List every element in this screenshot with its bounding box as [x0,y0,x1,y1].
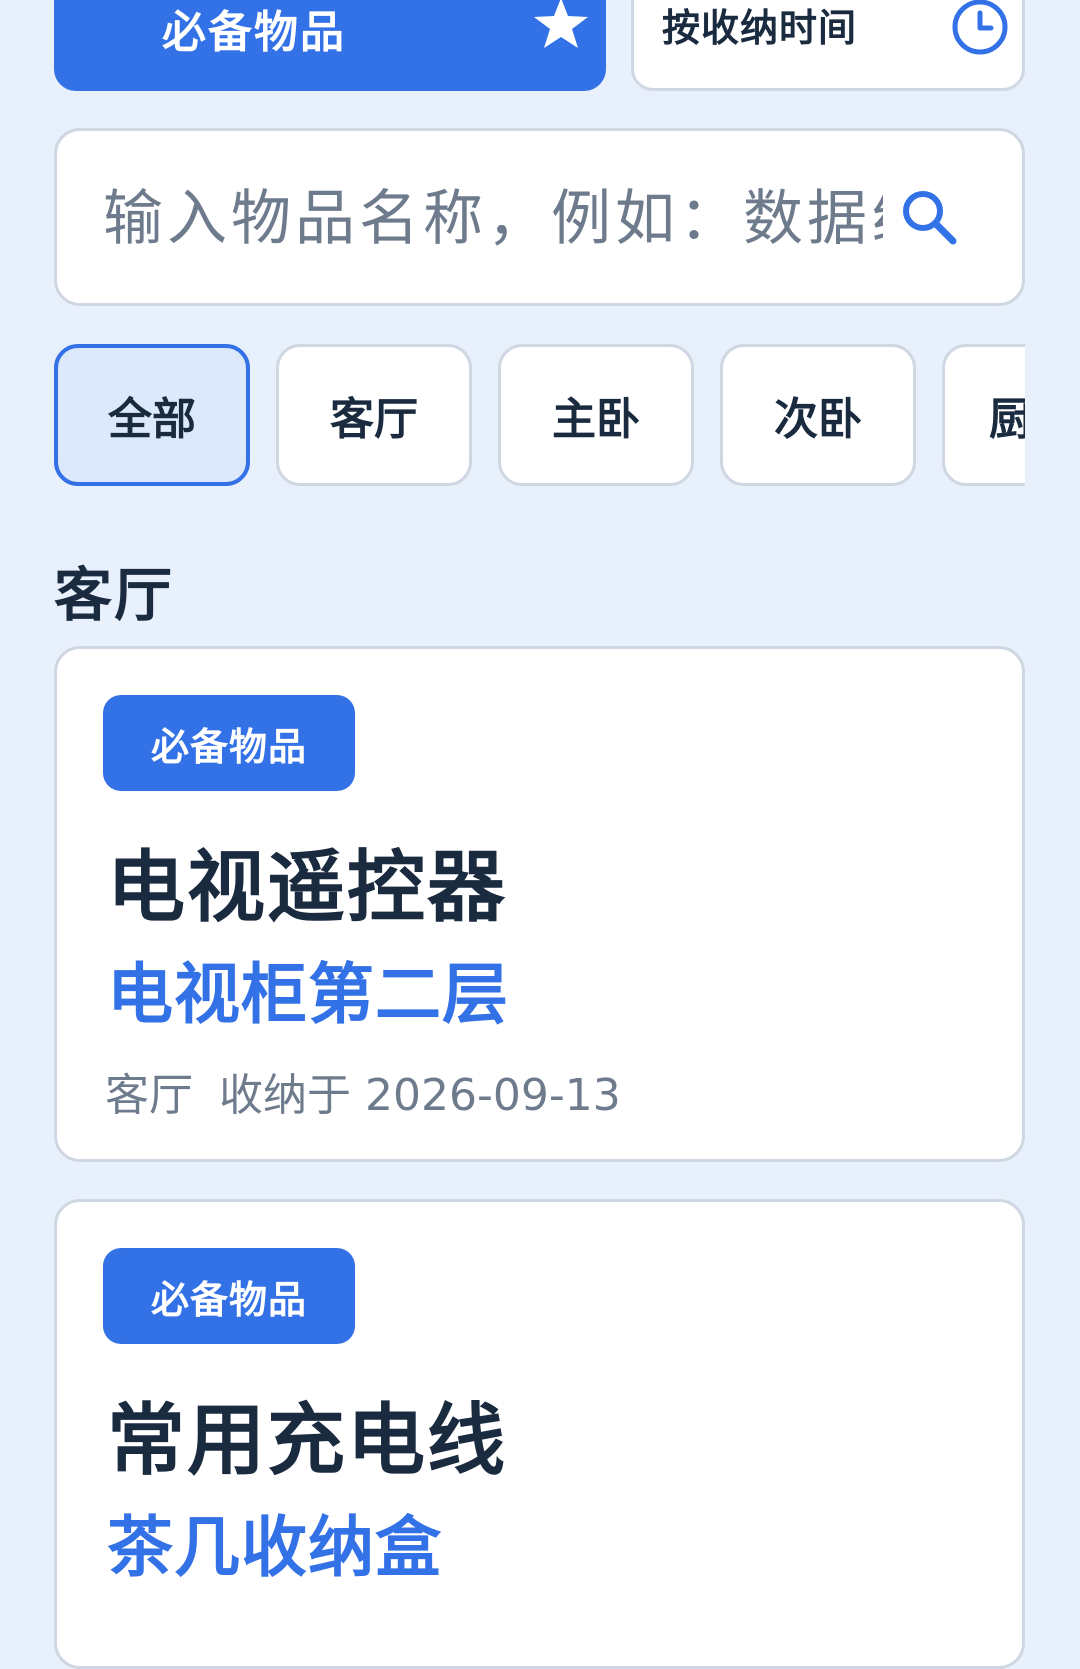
item-room: 客厅 [105,1070,193,1121]
essential-items-button[interactable]: 必备物品 [54,0,606,91]
filter-chip-master-bedroom[interactable]: 主卧 [498,344,694,486]
stored-date: 2026-09-13 [365,1070,621,1121]
clock-icon [950,0,1010,57]
item-name: 常用充电线 [107,1396,508,1486]
sort-by-storage-time-button[interactable]: 按收纳时间 [631,0,1025,91]
search-box [54,128,1025,306]
filter-chip-kitchen[interactable]: 厨房 [942,344,1025,486]
stored-prefix: 收纳于 [219,1070,351,1121]
essential-items-label: 必备物品 [162,7,346,58]
filter-chip-second-bedroom[interactable]: 次卧 [720,344,916,486]
item-card[interactable]: 必备物品 常用充电线 茶几收纳盒 [54,1199,1025,1669]
item-name: 电视遥控器 [107,843,508,933]
essential-badge: 必备物品 [103,1248,355,1344]
star-icon [532,0,590,50]
filter-chip-all[interactable]: 全部 [54,344,250,486]
sort-by-storage-time-label: 按收纳时间 [662,6,858,50]
item-card[interactable]: 必备物品 电视遥控器 电视柜第二层 客厅 收纳于 2026-09-13 [54,646,1025,1162]
room-filter-bar: 全部 客厅 主卧 次卧 厨房 [54,344,1025,488]
filter-chip-living-room[interactable]: 客厅 [276,344,472,486]
item-location: 电视柜第二层 [107,956,509,1033]
section-title: 客厅 [54,561,175,629]
search-input[interactable] [103,175,883,263]
item-location: 茶几收纳盒 [107,1509,442,1586]
essential-badge: 必备物品 [103,695,355,791]
item-meta: 客厅 收纳于 2026-09-13 [105,1059,621,1123]
search-icon[interactable] [897,185,961,249]
